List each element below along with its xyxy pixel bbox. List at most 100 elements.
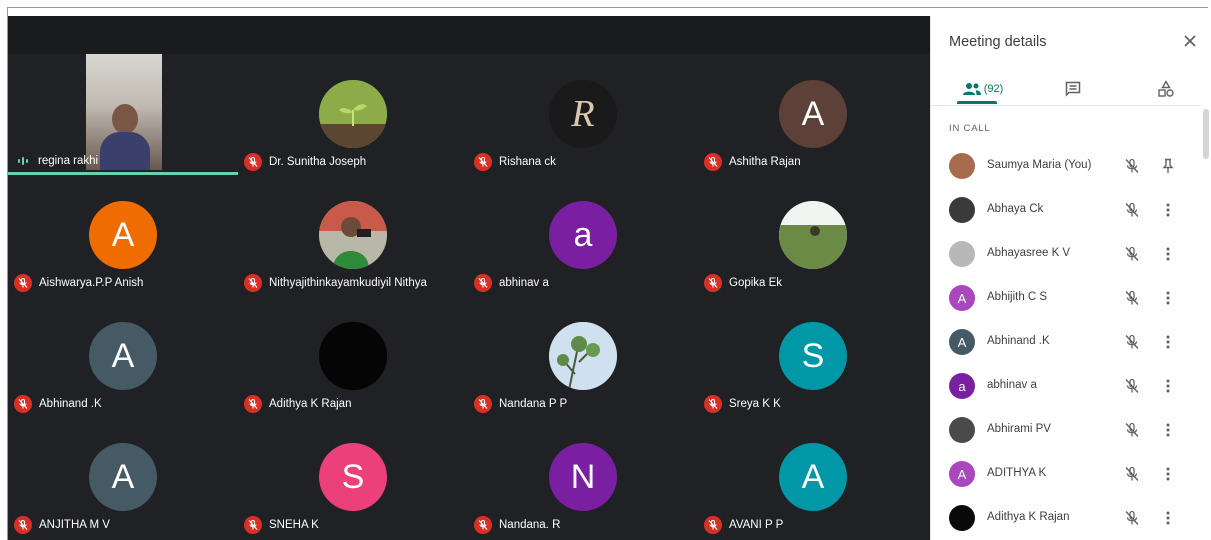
tile-name-row: Rishana ck — [474, 153, 556, 171]
mic-off-icon[interactable] — [1123, 465, 1141, 483]
mic-off-icon[interactable] — [1123, 377, 1141, 395]
tab-activities[interactable] — [1146, 72, 1186, 106]
more-vert-icon[interactable] — [1159, 289, 1177, 307]
participant-tile[interactable]: A Aishwarya.P.P Anish — [8, 175, 238, 295]
participant-list-name: Abhayasree K V — [987, 247, 1071, 259]
frame-border-top — [8, 7, 1208, 8]
mic-off-icon[interactable] — [1123, 245, 1141, 263]
more-vert-icon[interactable] — [1159, 509, 1177, 527]
tabs-divider — [931, 105, 1201, 106]
participant-list-name: Abhaya Ck — [987, 203, 1044, 215]
tile-name-row: SNEHA K — [244, 516, 319, 534]
more-vert-icon[interactable] — [1159, 333, 1177, 351]
participant-tile[interactable]: Gopika Ek — [698, 175, 928, 295]
tile-name-row: Abhinand .K — [14, 395, 102, 413]
mic-off-icon[interactable] — [1123, 509, 1141, 527]
mic-off-icon[interactable] — [1123, 333, 1141, 351]
participant-avatar-photo — [949, 153, 975, 179]
tab-chat[interactable] — [1053, 72, 1093, 106]
participant-avatar-letter: A — [779, 80, 847, 148]
mic-off-icon — [244, 274, 262, 292]
participant-list-item[interactable]: a abhinav a — [931, 364, 1201, 408]
people-count: (92) — [983, 83, 1004, 95]
screen-frame: regina rakhi Dr. Sunitha Joseph R Rishana c… — [0, 0, 1211, 540]
mic-off-icon — [244, 153, 262, 171]
tile-name-row: Nandana. R — [474, 516, 560, 534]
participant-tile[interactable]: Adithya K Rajan — [238, 296, 468, 416]
participant-name: abhinav a — [499, 277, 549, 289]
in-call-label: IN CALL — [949, 123, 991, 134]
participant-tile[interactable]: S SNEHA K — [238, 417, 468, 537]
participant-avatar-letter: N — [549, 443, 617, 511]
mic-off-icon — [244, 395, 262, 413]
participant-avatar-letter: S — [319, 443, 387, 511]
participant-tile[interactable]: R Rishana ck — [468, 54, 698, 174]
tile-name-row: Nandana P P — [474, 395, 567, 413]
participant-name: regina rakhi — [38, 155, 99, 167]
participant-avatar-letter: A — [949, 329, 975, 355]
participant-name: Dr. Sunitha Joseph — [269, 156, 367, 168]
speaking-icon — [18, 157, 28, 165]
participant-tile[interactable]: N Nandana. R — [468, 417, 698, 537]
participant-list-name: Adithya K Rajan — [987, 511, 1070, 523]
mic-off-icon — [244, 516, 262, 534]
more-vert-icon[interactable] — [1159, 245, 1177, 263]
participant-avatar-letter: A — [949, 461, 975, 487]
participant-name: SNEHA K — [269, 519, 319, 531]
more-vert-icon[interactable] — [1159, 421, 1177, 439]
participant-list-name: abhinav a — [987, 379, 1037, 391]
participant-name: Sreya K K — [729, 398, 781, 410]
more-vert-icon[interactable] — [1159, 465, 1177, 483]
mic-off-icon — [704, 395, 722, 413]
tile-name-row: abhinav a — [474, 274, 549, 292]
mic-off-icon[interactable] — [1123, 201, 1141, 219]
participant-list-item[interactable]: Abhayasree K V — [931, 232, 1201, 276]
participant-avatar-photo — [949, 241, 975, 267]
participant-avatar-photo — [949, 505, 975, 531]
panel-title: Meeting details — [949, 34, 1047, 50]
participant-name: Rishana ck — [499, 156, 556, 168]
participant-avatar-letter: A — [949, 285, 975, 311]
participant-tile[interactable]: A Abhinand .K — [8, 296, 238, 416]
participant-avatar-photo — [549, 322, 617, 390]
participant-name: Abhinand .K — [39, 398, 102, 410]
participant-tile[interactable]: Nandana P P — [468, 296, 698, 416]
participant-tile[interactable]: regina rakhi — [8, 16, 238, 175]
participant-list-item[interactable]: A Abhinand .K — [931, 320, 1201, 364]
mic-off-icon — [14, 274, 32, 292]
participant-avatar-photo — [949, 417, 975, 443]
more-vert-icon[interactable] — [1159, 377, 1177, 395]
participant-tile[interactable]: A Ashitha Rajan — [698, 54, 928, 174]
participant-avatar-letter: A — [779, 443, 847, 511]
participant-avatar-photo — [319, 322, 387, 390]
participant-tile[interactable]: A ANJITHA M V — [8, 417, 238, 537]
mic-off-icon — [14, 516, 32, 534]
tile-name-row: ANJITHA M V — [14, 516, 110, 534]
participant-name: Nithyajithinkayamkudiyil Nithya — [269, 277, 427, 289]
participant-avatar-letter: A — [89, 201, 157, 269]
participant-tile[interactable]: A AVANI P P — [698, 417, 928, 537]
tile-name-row: Sreya K K — [704, 395, 781, 413]
more-vert-icon[interactable] — [1159, 201, 1177, 219]
participant-tile[interactable]: a abhinav a — [468, 175, 698, 295]
participant-name: Ashitha Rajan — [729, 156, 801, 168]
participant-list-scrollbar[interactable] — [1203, 109, 1209, 159]
mic-off-icon[interactable] — [1123, 157, 1141, 175]
active-tab-indicator — [957, 101, 997, 104]
tile-name-row: Nithyajithinkayamkudiyil Nithya — [244, 274, 427, 292]
close-icon[interactable] — [1181, 32, 1199, 50]
participant-list-name: Abhijith C S — [987, 291, 1048, 303]
mic-off-icon[interactable] — [1123, 289, 1141, 307]
pin-icon[interactable] — [1159, 157, 1177, 175]
mic-off-icon — [474, 395, 492, 413]
participant-list-item[interactable]: Abhirami PV — [931, 408, 1201, 452]
participant-tile[interactable]: S Sreya K K — [698, 296, 928, 416]
participant-tile[interactable]: Dr. Sunitha Joseph — [238, 54, 468, 174]
participant-list-item[interactable]: Adithya K Rajan — [931, 496, 1201, 540]
mic-off-icon[interactable] — [1123, 421, 1141, 439]
participant-tile[interactable]: Nithyajithinkayamkudiyil Nithya — [238, 175, 468, 295]
participant-list-item[interactable]: A Abhijith C S — [931, 276, 1201, 320]
participant-list-item[interactable]: Abhaya Ck — [931, 188, 1201, 232]
participant-list-item[interactable]: Saumya Maria (You) — [931, 144, 1201, 188]
participant-list-item[interactable]: A ADITHYA K — [931, 452, 1201, 496]
